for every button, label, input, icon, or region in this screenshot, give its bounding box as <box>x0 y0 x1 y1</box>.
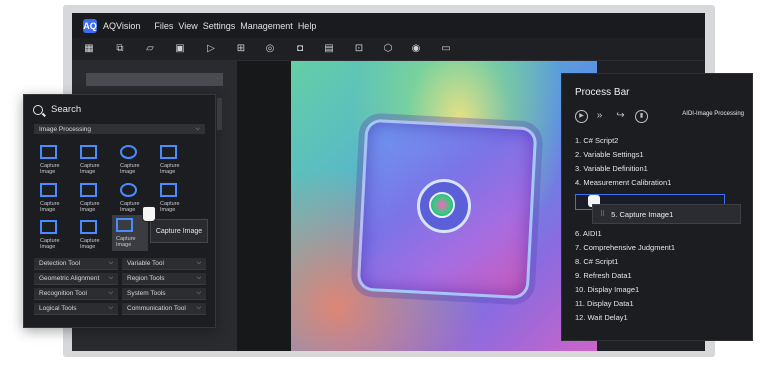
app-title: AQVision <box>103 20 141 31</box>
redo-icon[interactable]: ↪ <box>615 110 626 121</box>
dropdown-recognition-tool[interactable]: Recognition Tool ⌵ <box>34 288 118 300</box>
tool-capture-image[interactable]: Capture Image <box>36 180 72 216</box>
layers-icon[interactable]: ⧉ <box>114 43 126 55</box>
crop-icon <box>40 183 57 197</box>
menu-bar: AQ AQVision Files View Settings Manageme… <box>72 13 705 38</box>
chevron-down-icon: ⌵ <box>196 305 201 311</box>
process-step[interactable]: 1. C# Script2 <box>575 136 618 145</box>
menu-settings[interactable]: Settings <box>203 21 236 31</box>
tool-capture-image[interactable]: Capture Image <box>76 180 112 216</box>
process-step[interactable]: 4. Measurement Calibration1 <box>575 178 671 187</box>
pause-icon[interactable]: ▮ <box>635 110 648 123</box>
chevron-down-icon: ⌵ <box>196 290 201 296</box>
tool-capture-image[interactable]: Capture Image <box>76 217 112 253</box>
image-strip-icon[interactable]: ▭ <box>440 43 452 55</box>
steps-icon[interactable]: ⊞ <box>235 43 247 55</box>
dragged-step-label: 5. Capture Image1 <box>611 209 674 219</box>
process-step[interactable]: 12. Wait Delay1 <box>575 313 628 322</box>
grid-icon[interactable]: ▦ <box>83 43 95 55</box>
play-icon[interactable]: ▷ <box>205 43 217 55</box>
chevron-down-icon: ⌵ <box>108 290 113 296</box>
plate-hole <box>429 192 455 218</box>
hand-cursor-icon <box>142 206 156 222</box>
category-label: Image Processing <box>39 125 92 133</box>
dropdown-region-tools[interactable]: Region Tools ⌵ <box>122 273 206 285</box>
tool-capture-image[interactable]: Capture Image <box>36 217 72 253</box>
dropdown-system-tools[interactable]: System Tools ⌵ <box>122 288 206 300</box>
process-step[interactable]: 9. Refresh Data1 <box>575 271 632 280</box>
menu-management[interactable]: Management <box>240 21 293 31</box>
left-panel-input[interactable] <box>86 73 223 86</box>
tool-capture-image[interactable]: Capture Image <box>36 142 72 178</box>
dropdown-logical-tools[interactable]: Logical Tools ⌵ <box>34 303 118 315</box>
bracket-icon <box>80 183 97 197</box>
menu-view[interactable]: View <box>178 21 197 31</box>
film-icon <box>80 220 97 234</box>
process-step[interactable]: 2. Variable Settings1 <box>575 150 644 159</box>
play-icon[interactable]: ▶ <box>575 110 588 123</box>
chevron-down-icon: ⌵ <box>196 260 201 266</box>
process-step[interactable]: 7. Comprehensive Judgment1 <box>575 243 675 252</box>
tool-capture-image[interactable]: Capture Image <box>76 142 112 178</box>
camera-icon <box>40 145 57 159</box>
crossed-box-icon <box>40 220 57 234</box>
record-icon[interactable]: ◎ <box>264 43 276 55</box>
calendar-icon[interactable]: ▤ <box>323 43 335 55</box>
film-icon <box>116 218 133 232</box>
camera-icon[interactable]: ◘ <box>294 43 306 55</box>
category-select[interactable]: Image Processing ⌵ <box>34 124 205 134</box>
canvas-gutter <box>237 61 291 351</box>
toolbar: ▦ ⧉ ▱ ▣ ▷ ⊞ ◎ ◘ ▤ ⊡ ⬡ ◉ ▭ <box>72 38 705 61</box>
process-step[interactable]: 6. AIDI1 <box>575 229 602 238</box>
scrollbar[interactable] <box>217 98 222 130</box>
chevron-down-icon: ⌵ <box>108 275 113 281</box>
module-label: AIDI-Image Processing <box>682 111 744 117</box>
process-bar-title: Process Bar <box>575 87 630 98</box>
tooltip: Capture Image <box>150 219 208 243</box>
process-step[interactable]: 8. C# Script1 <box>575 257 618 266</box>
tool-capture-image[interactable]: Capture Image <box>116 142 152 178</box>
process-step[interactable]: 10. Display Image1 <box>575 285 639 294</box>
folder-open-icon[interactable]: ▱ <box>144 43 156 55</box>
drag-handle-icon[interactable]: ⠿ <box>600 210 605 218</box>
target-icon <box>120 183 137 197</box>
menu-help[interactable]: Help <box>298 21 317 31</box>
image-icon <box>160 183 177 197</box>
target-icon[interactable]: ◉ <box>410 43 422 55</box>
fast-forward-icon[interactable]: » <box>594 110 605 121</box>
search-title: Search <box>51 104 82 115</box>
search-header[interactable]: Search <box>33 104 81 115</box>
dragged-process-step[interactable]: ⠿ 5. Capture Image1 <box>592 204 741 224</box>
cube-icon[interactable]: ⬡ <box>382 43 394 55</box>
chevron-down-icon: ⌵ <box>108 305 113 311</box>
save-icon[interactable]: ▣ <box>174 43 186 55</box>
process-step[interactable]: 3. Variable Definition1 <box>575 164 648 173</box>
dropdown-communication-tool[interactable]: Communication Tool ⌵ <box>122 303 206 315</box>
app-logo: AQ <box>83 18 97 33</box>
process-step[interactable]: 11. Display Data1 <box>575 299 634 308</box>
search-icon <box>33 104 43 115</box>
search-panel: Search Image Processing ⌵ Capture Image … <box>23 94 222 328</box>
dropdown-variable-tool[interactable]: Variable Tool ⌵ <box>122 258 206 270</box>
inspection-image[interactable] <box>291 61 597 351</box>
dropdown-geometric-alignment[interactable]: Geometric Alignment ⌵ <box>34 273 118 285</box>
dropdown-detection-tool[interactable]: Detection Tool ⌵ <box>34 258 118 270</box>
chevron-down-icon: ⌵ <box>196 275 201 281</box>
arrow-circle-icon <box>120 145 137 159</box>
camera-icon <box>160 145 177 159</box>
image-icon <box>80 145 97 159</box>
tool-capture-image[interactable]: Capture Image <box>156 142 192 178</box>
tool-capture-image[interactable]: Capture Image <box>156 180 192 216</box>
roi-icon[interactable]: ⊡ <box>353 43 365 55</box>
chevron-down-icon: ⌵ <box>195 125 200 132</box>
menu-files[interactable]: Files <box>154 21 173 31</box>
chevron-down-icon: ⌵ <box>108 260 113 266</box>
